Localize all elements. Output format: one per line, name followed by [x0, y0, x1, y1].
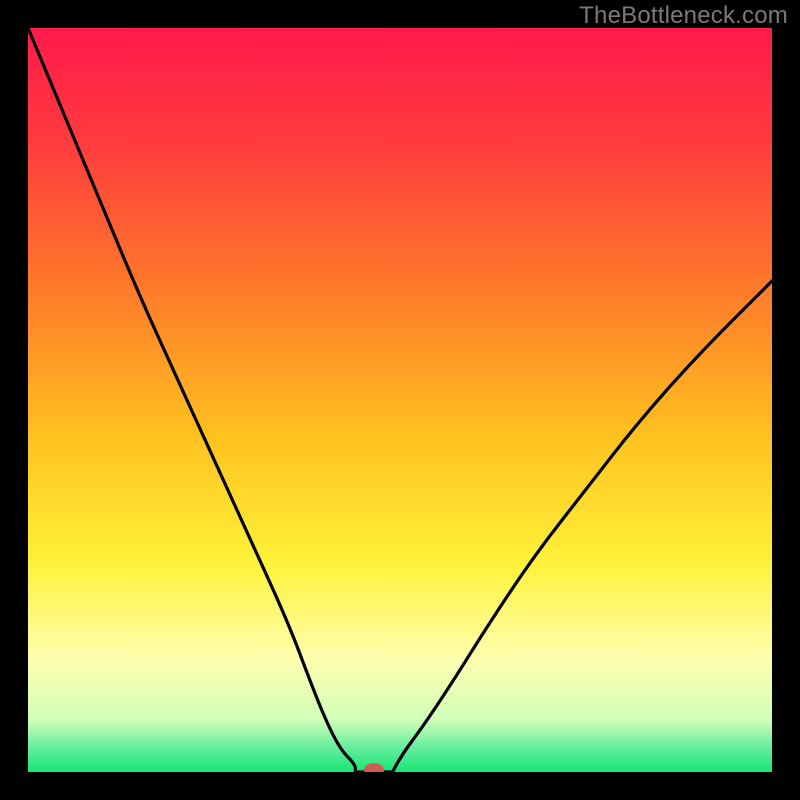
watermark-text: TheBottleneck.com — [579, 2, 788, 30]
outer-frame: TheBottleneck.com — [0, 0, 800, 800]
chart-svg — [28, 28, 772, 772]
plot-area — [28, 28, 772, 772]
gradient-background — [28, 28, 772, 772]
